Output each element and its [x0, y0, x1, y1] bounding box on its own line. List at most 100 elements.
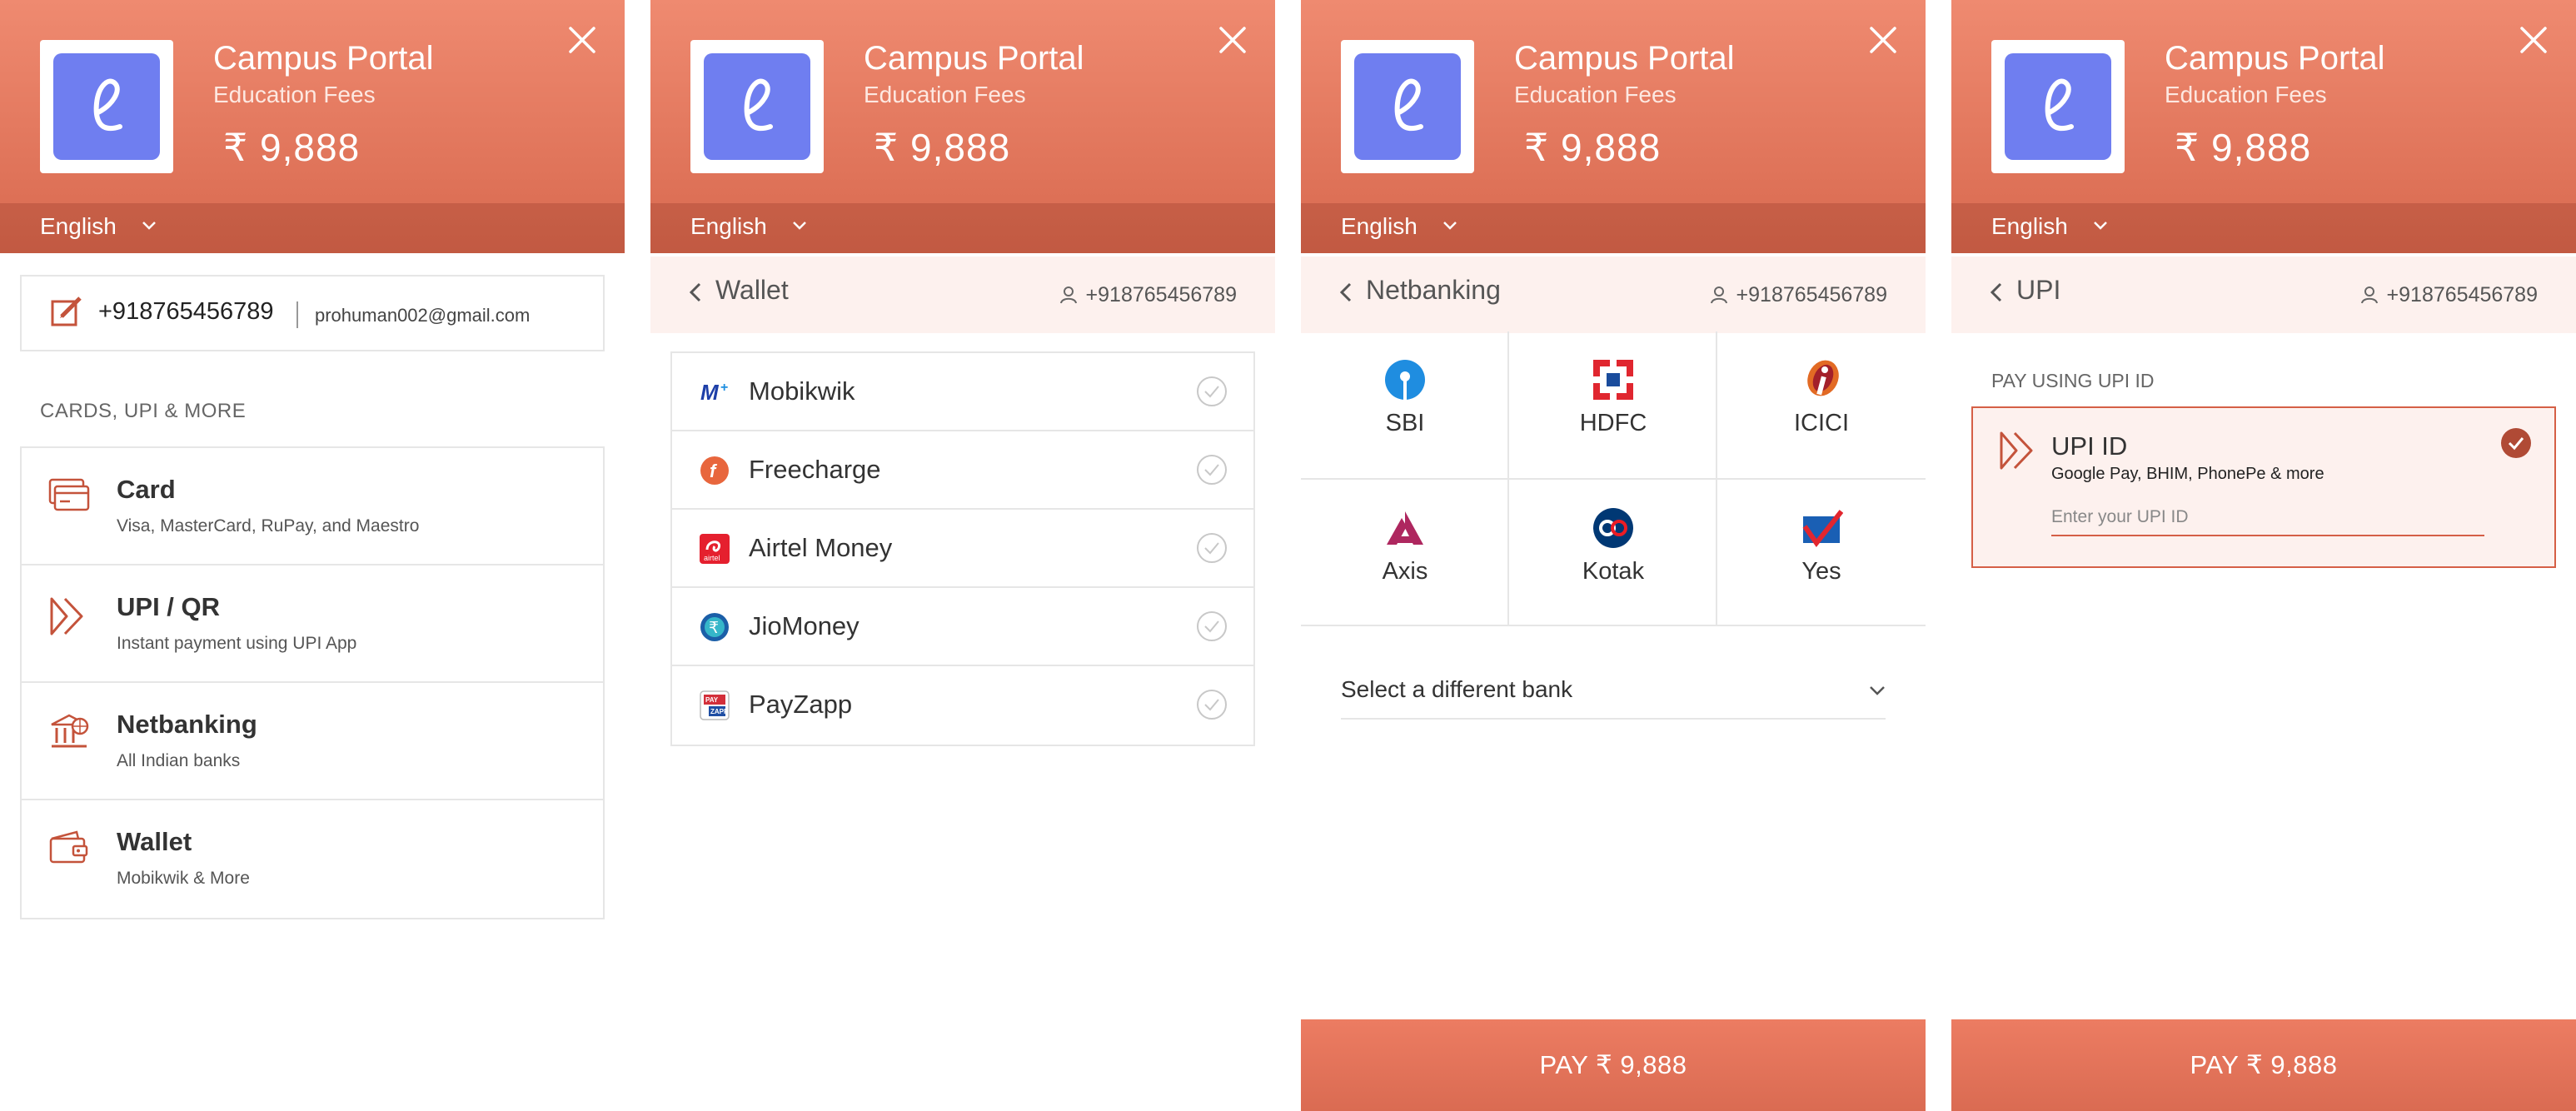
merchant-subtitle: Education Fees: [213, 82, 376, 107]
icici-icon: [1800, 358, 1843, 406]
contact-phone-text: +918765456789: [2386, 283, 2538, 306]
back-chevron-icon[interactable]: [1990, 281, 2003, 307]
select-bank-dropdown[interactable]: Select a different bank: [1341, 676, 1572, 703]
bank-option-sbi[interactable]: SBI: [1301, 331, 1509, 478]
svg-text:PAY: PAY: [705, 696, 719, 704]
upi-title: UPI ID: [2051, 431, 2128, 461]
check-circle-icon[interactable]: [1195, 453, 1228, 491]
checkout-panel-wallet: Campus Portal Education Fees ₹ 9,888 Eng…: [650, 0, 1275, 1111]
contact-summary[interactable]: +918765456789 prohuman002@gmail.com: [20, 275, 605, 351]
method-title: Card: [117, 475, 176, 504]
chevron-down-icon[interactable]: [1869, 685, 1886, 700]
checkout-header: Campus Portal Education Fees ₹ 9,888 Eng…: [1951, 0, 2576, 253]
checkout-panel-netbanking: Campus Portal Education Fees ₹ 9,888 Eng…: [1301, 0, 1926, 1111]
method-title: Wallet: [117, 827, 192, 856]
wallet-name: Airtel Money: [749, 533, 893, 562]
checkout-panel-home: Campus Portal Education Fees ₹ 9,888 Eng…: [0, 0, 625, 1111]
payment-amount: ₹ 9,888: [874, 126, 1011, 169]
yes-bank-icon: [1800, 506, 1844, 554]
bank-option-hdfc[interactable]: HDFC: [1509, 331, 1717, 478]
close-icon[interactable]: [2519, 25, 2549, 59]
upi-subtitle: Google Pay, BHIM, PhonePe & more: [2051, 465, 2324, 483]
checkout-panel-upi: Campus Portal Education Fees ₹ 9,888 Eng…: [1951, 0, 2576, 1111]
language-selector[interactable]: English: [1991, 213, 2068, 240]
merchant-subtitle: Education Fees: [864, 82, 1026, 107]
wallet-option-freecharge[interactable]: f Freecharge: [672, 431, 1253, 510]
bank-icon: [48, 713, 90, 755]
wallet-icon: [48, 830, 90, 869]
merchant-logo: [1341, 40, 1474, 173]
upi-id-input[interactable]: [2051, 500, 2484, 536]
pay-button[interactable]: PAY ₹ 9,888: [1951, 1019, 2576, 1111]
contact-phone: +918765456789: [1059, 283, 1237, 307]
contact-phone: +918765456789: [98, 298, 274, 325]
wallet-list: M + Mobikwik f Freecharge airtel Airtel M…: [670, 351, 1255, 746]
language-selector[interactable]: English: [40, 213, 117, 240]
contact-phone: +918765456789: [2360, 283, 2538, 307]
checkout-header: Campus Portal Education Fees ₹ 9,888 Eng…: [1301, 0, 1926, 253]
sbi-icon: [1383, 358, 1427, 406]
chevron-down-icon[interactable]: [792, 220, 807, 235]
method-subtitle: Instant payment using UPI App: [117, 634, 357, 653]
axis-icon: [1383, 506, 1427, 554]
contact-phone-text: +918765456789: [1736, 283, 1887, 306]
back-chevron-icon[interactable]: [689, 281, 702, 307]
method-card[interactable]: Card Visa, MasterCard, RuPay, and Maestr…: [22, 448, 603, 565]
page-title: Wallet: [715, 275, 789, 305]
method-upi[interactable]: UPI / QR Instant payment using UPI App: [22, 565, 603, 683]
method-wallet[interactable]: Wallet Mobikwik & More: [22, 800, 603, 918]
bank-name: Axis: [1382, 558, 1428, 585]
bank-name: SBI: [1385, 410, 1425, 436]
mobikwik-icon: M +: [699, 376, 734, 409]
close-icon[interactable]: [1868, 25, 1898, 59]
contact-phone: +918765456789: [1710, 283, 1887, 307]
check-circle-icon[interactable]: [1195, 610, 1228, 647]
payment-methods-list: Card Visa, MasterCard, RuPay, and Maestr…: [20, 446, 605, 919]
close-icon[interactable]: [1218, 25, 1248, 59]
merchant-logo: [1991, 40, 2125, 173]
bank-option-kotak[interactable]: Kotak: [1509, 478, 1717, 625]
kotak-icon: [1592, 506, 1635, 554]
language-selector[interactable]: English: [690, 213, 767, 240]
wallet-option-jiomoney[interactable]: ₹ JioMoney: [672, 588, 1253, 666]
upi-id-option[interactable]: UPI ID Google Pay, BHIM, PhonePe & more: [1971, 406, 2556, 568]
freecharge-icon: f: [699, 455, 730, 491]
bank-option-axis[interactable]: Axis: [1301, 478, 1509, 625]
user-icon: [2360, 286, 2378, 304]
svg-text:M: M: [700, 380, 720, 405]
pay-button[interactable]: PAY ₹ 9,888: [1301, 1019, 1926, 1111]
checkout-header: Campus Portal Education Fees ₹ 9,888 Eng…: [650, 0, 1275, 253]
edit-icon[interactable]: [50, 295, 83, 332]
check-circle-icon[interactable]: [1195, 375, 1228, 412]
bank-option-yes[interactable]: Yes: [1717, 478, 1926, 625]
close-icon[interactable]: [567, 25, 597, 59]
bank-option-icici[interactable]: ICICI: [1717, 331, 1926, 478]
chevron-down-icon[interactable]: [1442, 220, 1457, 235]
card-icon: [48, 478, 90, 516]
check-circle-icon[interactable]: [1195, 531, 1228, 569]
contact-phone-text: +918765456789: [1085, 283, 1237, 306]
chevron-down-icon[interactable]: [2093, 220, 2108, 235]
merchant-name: Campus Portal: [213, 40, 434, 77]
language-selector[interactable]: English: [1341, 213, 1418, 240]
airtel-icon: airtel: [699, 533, 730, 569]
wallet-option-mobikwik[interactable]: M + Mobikwik: [672, 353, 1253, 431]
method-subtitle: Visa, MasterCard, RuPay, and Maestro: [117, 516, 420, 536]
wallet-option-payzapp[interactable]: PAY ZAPP PayZapp: [672, 666, 1253, 745]
method-netbanking[interactable]: Netbanking All Indian banks: [22, 683, 603, 800]
back-chevron-icon[interactable]: [1339, 281, 1353, 307]
page-title: Netbanking: [1366, 275, 1501, 305]
method-title: Netbanking: [117, 710, 257, 739]
check-circle-icon[interactable]: [1195, 688, 1228, 725]
svg-text:₹: ₹: [709, 619, 719, 637]
section-label: PAY USING UPI ID: [1991, 370, 2155, 391]
wallet-name: Freecharge: [749, 455, 881, 484]
bank-name: HDFC: [1579, 410, 1647, 436]
merchant-subtitle: Education Fees: [2165, 82, 2327, 107]
bank-name: Yes: [1801, 558, 1841, 585]
merchant-name: Campus Portal: [864, 40, 1084, 77]
chevron-down-icon[interactable]: [142, 220, 157, 235]
wallet-option-airtel[interactable]: airtel Airtel Money: [672, 510, 1253, 588]
merchant-logo: [690, 40, 824, 173]
merchant-subtitle: Education Fees: [1514, 82, 1677, 107]
